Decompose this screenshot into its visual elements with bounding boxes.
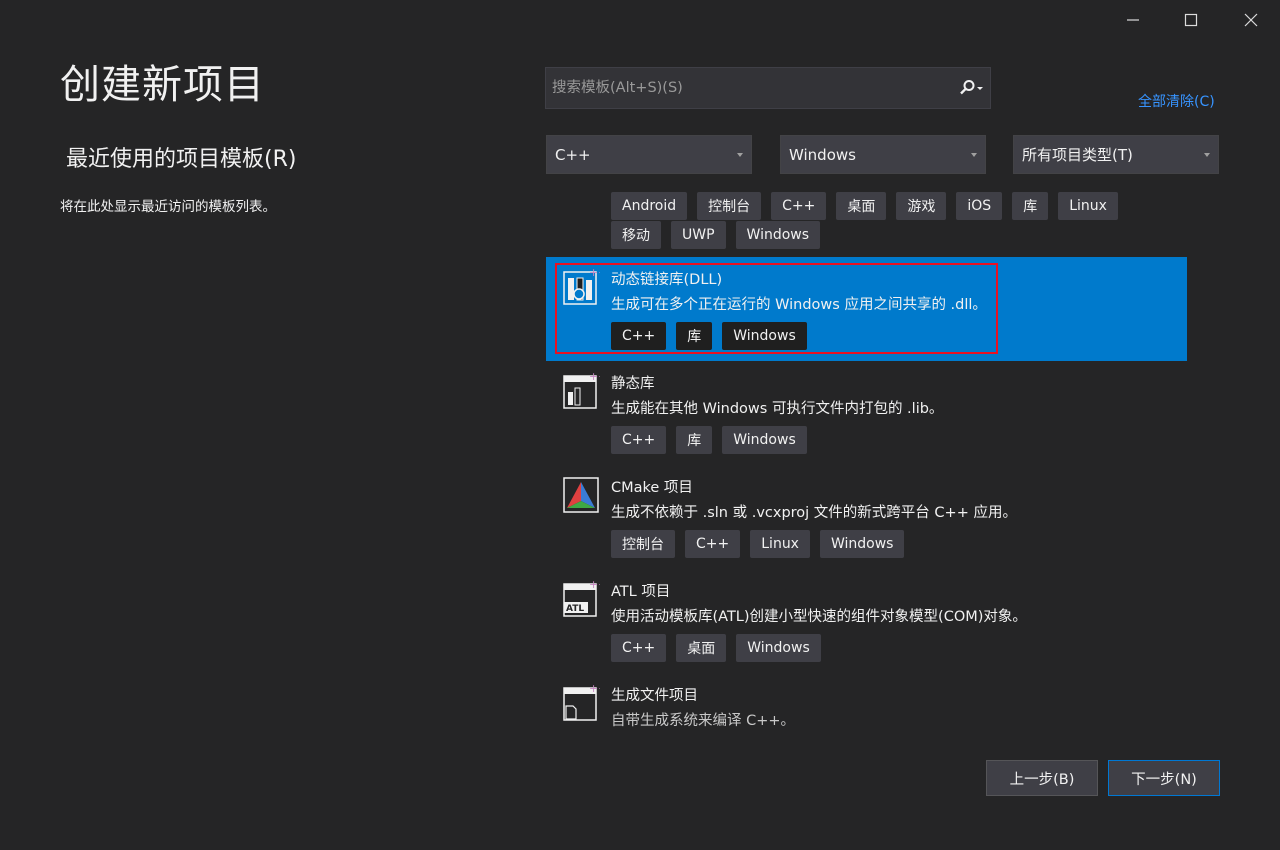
chevron-down-icon <box>737 152 743 157</box>
template-item-cmake[interactable]: CMake 项目 生成不依赖于 .sln 或 .vcxproj 文件的新式跨平台… <box>546 465 1187 569</box>
tag: Windows <box>736 634 821 662</box>
tag: C++ <box>685 530 741 558</box>
template-name: 生成文件项目 <box>611 688 698 704</box>
tag: Linux <box>1058 192 1118 220</box>
maximize-icon <box>1184 13 1198 27</box>
tag-row: 控制台 C++ Linux Windows <box>611 530 905 558</box>
tag-row: 移动 UWP Windows <box>611 221 1187 249</box>
language-filter-dropdown[interactable]: C++ <box>546 135 752 174</box>
project-type-filter-value: 所有项目类型(T) <box>1022 146 1133 164</box>
tag: C++ <box>771 192 827 220</box>
template-list[interactable]: Android 控制台 C++ 桌面 游戏 iOS 库 Linux 移动 UWP… <box>546 190 1187 730</box>
minimize-button[interactable] <box>1119 8 1147 32</box>
tag: 桌面 <box>676 634 727 662</box>
chevron-down-icon <box>971 152 977 157</box>
close-icon <box>1244 13 1258 27</box>
project-type-filter-dropdown[interactable]: 所有项目类型(T) <box>1013 135 1219 174</box>
tag-row: C++ 库 Windows <box>611 426 807 454</box>
search-button[interactable] <box>952 68 990 108</box>
tag: iOS <box>956 192 1003 220</box>
back-button[interactable]: 上一步(B) <box>986 760 1098 796</box>
template-item-dll[interactable]: ++ 动态链接库(DLL) 生成可在多个正在运行的 Windows 应用之间共享… <box>546 257 1187 361</box>
search-input[interactable] <box>546 68 952 108</box>
tag: 控制台 <box>611 530 675 558</box>
maximize-button[interactable] <box>1177 8 1205 32</box>
tag-row: C++ 桌面 Windows <box>611 634 821 662</box>
chevron-down-icon <box>1204 152 1210 157</box>
platform-filter-value: Windows <box>789 145 856 164</box>
svg-text:++: ++ <box>589 578 600 591</box>
page-title: 创建新项目 <box>60 62 265 108</box>
minimize-icon <box>1127 19 1139 21</box>
tag: Windows <box>735 221 821 249</box>
recent-templates-description: 将在此处显示最近访问的模板列表。 <box>60 199 276 215</box>
template-item-makefile[interactable]: ++ 生成文件项目 自带生成系统来编译 C++。 <box>546 673 1187 730</box>
tag: Android <box>611 192 688 220</box>
search-icon <box>960 80 983 95</box>
highlight-box <box>555 263 998 354</box>
tag-row: Android 控制台 C++ 桌面 游戏 iOS 库 Linux <box>611 192 1187 220</box>
tag: C++ <box>611 426 667 454</box>
tag: C++ <box>611 634 667 662</box>
cmake-icon <box>563 477 599 513</box>
tag: 控制台 <box>697 192 762 220</box>
close-button[interactable] <box>1237 8 1265 32</box>
template-description: 使用活动模板库(ATL)创建小型快速的组件对象模型(COM)对象。 <box>611 609 1027 625</box>
tag: 桌面 <box>836 192 887 220</box>
template-item-static-library[interactable]: ++ 静态库 生成能在其他 Windows 可执行文件内打包的 .lib。 C+… <box>546 361 1187 465</box>
static-lib-icon: ++ <box>563 370 600 409</box>
tag: 游戏 <box>896 192 947 220</box>
tag: UWP <box>671 221 726 249</box>
language-filter-value: C++ <box>555 145 591 164</box>
tag: 库 <box>676 426 713 454</box>
tag: Windows <box>819 530 905 558</box>
template-description: 生成能在其他 Windows 可执行文件内打包的 .lib。 <box>611 401 944 417</box>
template-name: CMake 项目 <box>611 480 693 496</box>
template-name: 静态库 <box>611 376 655 392</box>
atl-icon: ATL ++ <box>563 578 600 617</box>
tag: Windows <box>722 426 807 454</box>
template-description: 生成不依赖于 .sln 或 .vcxproj 文件的新式跨平台 C++ 应用。 <box>611 505 1017 521</box>
svg-text:++: ++ <box>589 682 600 695</box>
recent-templates-heading: 最近使用的项目模板(R) <box>66 147 297 172</box>
tag: Linux <box>750 530 810 558</box>
search-box <box>545 67 991 109</box>
makefile-icon: ++ <box>563 682 600 721</box>
svg-text:++: ++ <box>589 370 600 383</box>
template-description: 自带生成系统来编译 C++。 <box>611 713 796 729</box>
tag: 移动 <box>611 221 661 249</box>
svg-text:ATL: ATL <box>566 604 584 614</box>
template-name: ATL 项目 <box>611 584 671 600</box>
tag: 库 <box>1012 192 1049 220</box>
next-button[interactable]: 下一步(N) <box>1108 760 1220 796</box>
template-item-atl[interactable]: ATL ++ ATL 项目 使用活动模板库(ATL)创建小型快速的组件对象模型(… <box>546 569 1187 673</box>
clear-all-link[interactable]: 全部清除(C) <box>1138 91 1215 111</box>
platform-filter-dropdown[interactable]: Windows <box>780 135 986 174</box>
